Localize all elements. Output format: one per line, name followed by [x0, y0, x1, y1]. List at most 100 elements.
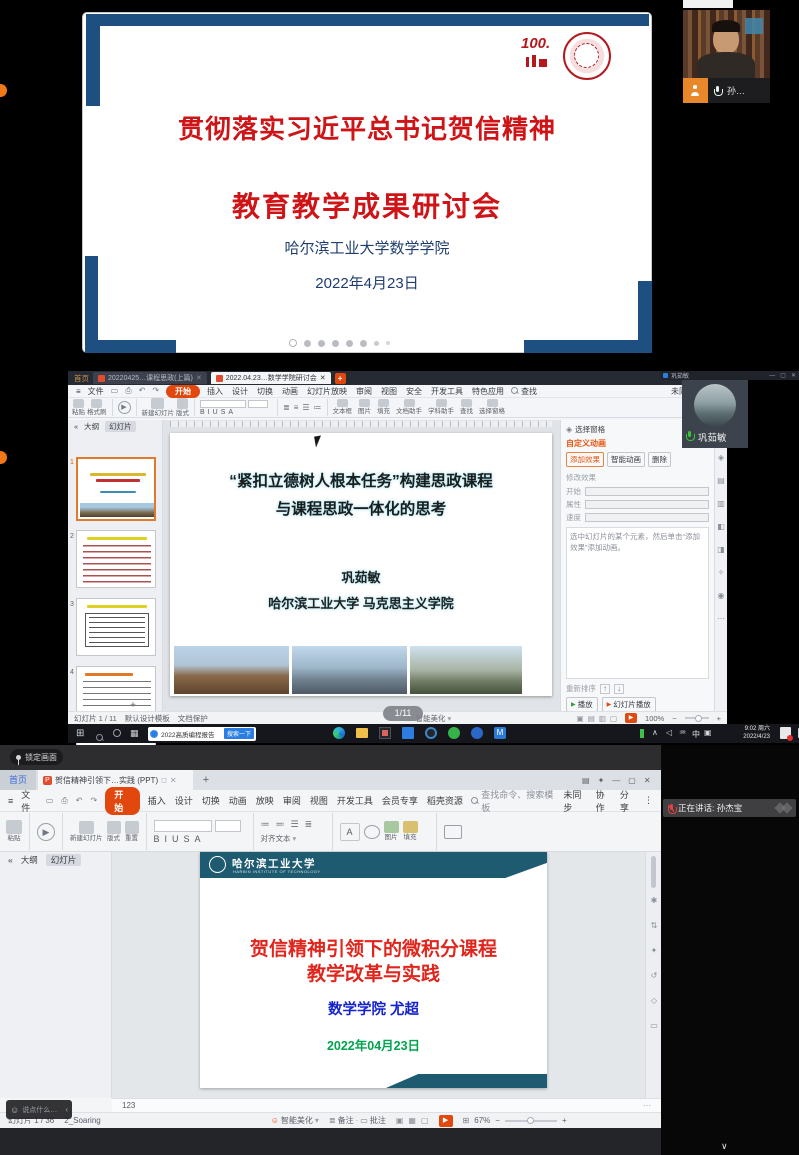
side-tool-icon[interactable]: ▥	[717, 499, 725, 508]
zoom-in-button[interactable]: +	[562, 1116, 567, 1125]
format-icon[interactable]: A	[228, 409, 233, 416]
collab-item[interactable]: 协作	[596, 788, 612, 814]
font-size-select[interactable]	[248, 400, 268, 408]
close-icon[interactable]: ✕	[320, 374, 326, 382]
format-icon[interactable]: S	[184, 834, 190, 844]
print-icon[interactable]: ⎙	[125, 387, 131, 395]
zoom-slider[interactable]	[685, 717, 709, 719]
property-select[interactable]	[585, 500, 709, 509]
print-icon[interactable]: ⎙	[61, 797, 67, 805]
list-icon[interactable]: ☰	[291, 819, 299, 830]
paragraph-icon[interactable]: ≣	[283, 403, 290, 412]
format-icon[interactable]: U	[172, 834, 179, 844]
app-icon[interactable]: M	[494, 727, 506, 739]
touch-keyboard-icon[interactable]: ▣	[704, 728, 712, 737]
menu-item[interactable]: 幻灯片放映	[307, 386, 347, 397]
window-control-button[interactable]: ▤	[582, 776, 590, 785]
zoom-level[interactable]: 100%	[645, 714, 664, 723]
layout-button[interactable]: 版式	[107, 821, 121, 843]
delete-button[interactable]: 删除	[648, 452, 671, 467]
menu-item[interactable]: 视图	[310, 794, 328, 807]
notes-button[interactable]: ≣备注·▭批注	[329, 1115, 386, 1126]
new-slide-button[interactable]: 新建幻灯片	[70, 821, 103, 843]
side-tool-icon[interactable]: ✧	[718, 568, 725, 577]
pin-screen-pill[interactable]: 锁定画面	[10, 749, 63, 765]
menu-item[interactable]: 审阅	[283, 794, 301, 807]
paragraph-icon[interactable]: ≡	[294, 403, 299, 412]
tab-outline[interactable]: 大纲	[84, 421, 99, 432]
format-icon[interactable]: I	[208, 409, 210, 416]
new-tab-button[interactable]: +	[200, 774, 212, 786]
start-button[interactable]: ⊞	[76, 728, 84, 739]
list-icon[interactable]: ≣	[305, 819, 313, 830]
format-icon[interactable]: B	[154, 834, 160, 844]
play-button[interactable]: ▶播放	[566, 697, 598, 712]
menu-item[interactable]: 设计	[232, 386, 248, 397]
webcam-video-tile[interactable]	[683, 10, 770, 78]
close-icon[interactable]: ✕	[170, 776, 177, 785]
emoji-icon[interactable]: ☺	[10, 1105, 19, 1115]
tab-doc-inactive[interactable]: 20220425…课程思政(上篇) ✕	[93, 372, 207, 384]
picture-button[interactable]: 图片	[384, 821, 399, 842]
window-control-button[interactable]: ✦	[598, 776, 605, 785]
collapse-panel-button[interactable]: «	[74, 422, 78, 431]
smart-animation-button[interactable]: 智能动画	[607, 452, 645, 467]
close-icon[interactable]: ✕	[196, 374, 202, 382]
editing-slide[interactable]: “紧扣立德树人根本任务”构建思政课程 与课程思政一体化的思考 巩茹敏 哈尔滨工业…	[170, 433, 552, 696]
taskbar-search-widget[interactable]: 2022高质编程报告 搜索一下	[148, 727, 256, 741]
editing-slide[interactable]: 哈尔滨工业大学 HARBIN INSTITUTE OF TECHNOLOGY 贺…	[200, 852, 547, 1088]
ribbon-group-button[interactable]: 学科助手	[428, 399, 454, 416]
side-tool-icon[interactable]: ◇	[651, 996, 657, 1005]
thumbnail-slide[interactable]	[76, 598, 156, 656]
side-tool-icon[interactable]: ▤	[717, 476, 725, 485]
mic-icon[interactable]	[714, 86, 721, 96]
layout-button[interactable]: 版式	[176, 398, 189, 418]
save-icon[interactable]: ▭	[46, 797, 54, 805]
menu-item[interactable]: 稻壳资源	[427, 794, 463, 807]
tab-slides[interactable]: 幻灯片	[46, 854, 82, 866]
ribbon-group-button[interactable]: 填充	[377, 399, 390, 416]
side-tool-icon[interactable]: ◉	[718, 591, 725, 600]
format-icon[interactable]: U	[213, 409, 218, 416]
fill-button[interactable]: 填充	[403, 821, 418, 842]
format-icon[interactable]: S	[221, 409, 226, 416]
undo-icon[interactable]: ↶	[76, 797, 83, 805]
cortana-icon[interactable]	[113, 729, 121, 737]
new-tab-button[interactable]: +	[335, 373, 346, 384]
task-view-icon[interactable]: ▦	[130, 728, 139, 739]
window-control-button[interactable]: —	[612, 776, 620, 785]
format-icon[interactable]: B	[200, 409, 205, 416]
menu-item[interactable]: 安全	[406, 386, 422, 397]
photos-icon[interactable]	[379, 727, 391, 739]
textbox-button[interactable]: A	[340, 823, 360, 841]
burger-icon[interactable]: ≡	[8, 796, 13, 806]
reset-button[interactable]: 重置	[125, 821, 139, 843]
move-up-icon[interactable]: ↑	[600, 684, 610, 694]
menu-file[interactable]: 文件	[88, 386, 104, 397]
menu-item[interactable]: 动画	[282, 386, 298, 397]
clock[interactable]: 9:02 周六2022/4/23	[718, 726, 770, 742]
menu-item[interactable]: 插入	[148, 794, 166, 807]
window-control-button[interactable]: ▢	[780, 372, 786, 379]
play-from-start-button[interactable]: ▶	[118, 401, 131, 414]
format-icon[interactable]: I	[165, 834, 168, 844]
align-text-button[interactable]: 对齐文本▾	[261, 833, 325, 844]
thumbnail-slide[interactable]	[76, 457, 156, 521]
scrollbar-thumb[interactable]	[651, 856, 656, 888]
collab-item[interactable]: 分享	[620, 788, 636, 814]
menu-item[interactable]: 插入	[207, 386, 223, 397]
tray-expand-icon[interactable]: ∧	[652, 728, 658, 737]
font-family-select[interactable]	[154, 820, 212, 832]
ribbon-group-button[interactable]: 文档助手	[396, 399, 422, 416]
play-slideshow-button[interactable]: ▶	[625, 713, 637, 723]
side-tool-icon[interactable]: ↺	[651, 971, 658, 980]
side-tool-icon[interactable]: ▭	[650, 1021, 658, 1030]
volume-icon[interactable]: ◁	[666, 728, 672, 737]
menu-item[interactable]: 开发工具	[337, 794, 373, 807]
collab-item[interactable]: 未同步	[563, 788, 587, 814]
network-icon[interactable]: ♒	[679, 728, 686, 737]
menu-item[interactable]: 动画	[229, 794, 247, 807]
mail-icon[interactable]	[402, 727, 414, 739]
thumbnail-slide[interactable]	[76, 530, 156, 588]
menu-item[interactable]: 切换	[257, 386, 273, 397]
